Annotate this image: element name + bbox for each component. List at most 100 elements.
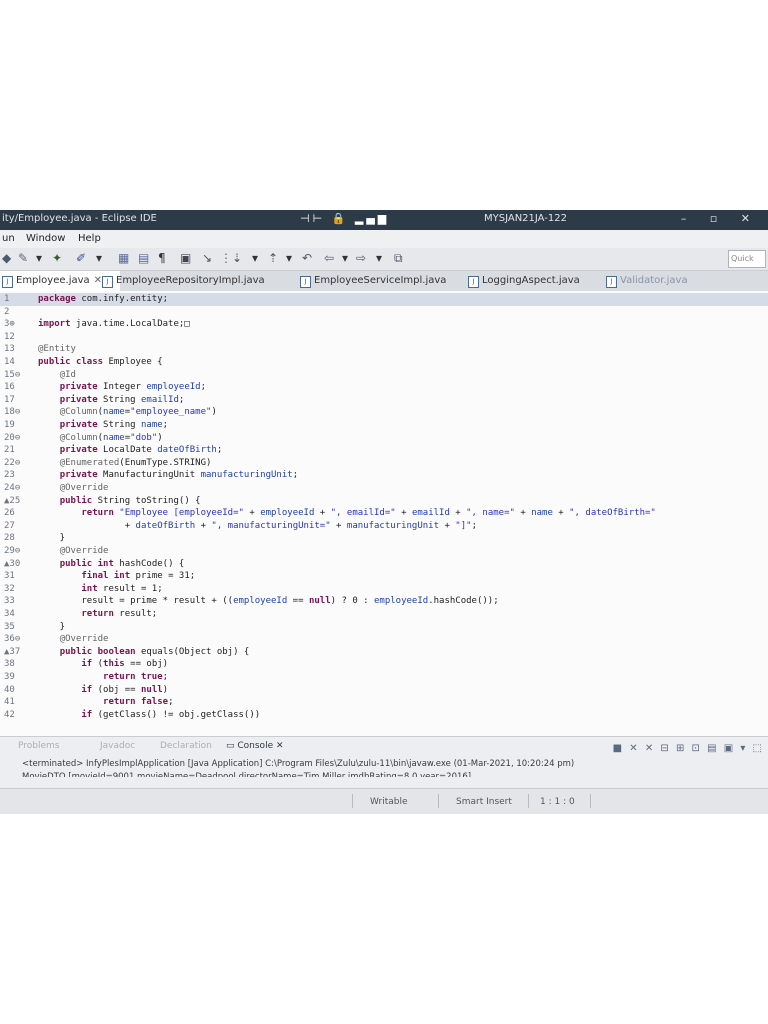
code-line[interactable]: 23 private ManufacturingUnit manufacturi… xyxy=(0,469,768,482)
tab-logging-aspect[interactable]: J LoggingAspect.java xyxy=(466,271,580,291)
line-number: ▲30 xyxy=(4,558,21,569)
next-annotation-icon[interactable]: ⇣ xyxy=(232,251,242,265)
show-whitespace-icon[interactable]: ¶ xyxy=(158,251,166,265)
code-line[interactable]: 32 int result = 1; xyxy=(0,583,768,596)
tab-problems[interactable]: Problems xyxy=(18,741,59,751)
debug-icon[interactable]: ◆ xyxy=(2,251,11,265)
code-line[interactable]: 24⊖ @Override xyxy=(0,482,768,495)
line-number: 15⊖ xyxy=(4,369,21,380)
code-line[interactable]: 21 private LocalDate dateOfBirth; xyxy=(0,444,768,457)
tab-declaration[interactable]: Declaration xyxy=(160,741,212,751)
code-line[interactable]: 13 @Entity xyxy=(0,343,768,356)
open-perspective-icon[interactable]: ⧉ xyxy=(394,251,403,266)
line-number: 28 xyxy=(4,533,15,544)
title-bar: ity/Employee.java - Eclipse IDE ⊣⊢ 🔒 ▂▄▆… xyxy=(0,210,768,230)
tab-employee-service-impl[interactable]: J EmployeeServiceImpl.java xyxy=(298,271,446,291)
tab-employee-repository-impl[interactable]: J EmployeeRepositoryImpl.java xyxy=(100,271,265,291)
dropdown-arrow-icon[interactable]: ▾ xyxy=(342,251,348,265)
dropdown-arrow-icon[interactable]: ▾ xyxy=(252,251,258,265)
code-line[interactable]: ▲37 public boolean equals(Object obj) { xyxy=(0,646,768,659)
code-line[interactable]: 3⊕ import java.time.LocalDate;□ xyxy=(0,318,768,331)
console-tab-label: Console ✕ xyxy=(237,741,284,751)
line-number: 19 xyxy=(4,420,15,430)
code-line[interactable]: 33 result = prime * result + ((employeeI… xyxy=(0,595,768,608)
code-line[interactable]: 19 private String name; xyxy=(0,419,768,432)
taskbar-status-icons: ⊣⊢ 🔒 ▂▄▆ xyxy=(300,212,390,225)
java-file-icon: J xyxy=(2,276,13,288)
code-line[interactable]: 15⊖ @Id xyxy=(0,369,768,382)
back-icon[interactable]: ⇦ xyxy=(324,251,334,265)
code-line[interactable]: 1 package com.infy.entity; xyxy=(0,293,768,306)
code-line[interactable]: 35 } xyxy=(0,621,768,634)
external-tools-icon[interactable]: ✐ xyxy=(76,251,86,265)
line-number: 20⊖ xyxy=(4,432,21,443)
code-line[interactable]: 18⊖ @Column(name="employee_name") xyxy=(0,406,768,419)
code-line[interactable]: 26 return "Employee [employeeId=" + empl… xyxy=(0,507,768,520)
code-text: int result = 1; xyxy=(81,583,163,594)
dropdown-arrow-icon[interactable]: ▾ xyxy=(36,251,42,265)
code-line[interactable]: 29⊖ @Override xyxy=(0,545,768,558)
annotation-icon[interactable]: ↘ xyxy=(202,251,212,265)
tool-wrench-icon[interactable]: ✎ xyxy=(18,251,28,265)
code-line[interactable]: 20⊖ @Column(name="dob") xyxy=(0,432,768,445)
tab-console[interactable]: ▭ Console ✕ xyxy=(226,741,284,751)
menu-run[interactable]: un xyxy=(2,233,15,244)
prev-annotation-icon[interactable]: ⇡ xyxy=(268,251,278,265)
quick-access-input[interactable]: Quick xyxy=(728,250,766,268)
line-number: 40 xyxy=(4,684,15,695)
code-line[interactable]: 16 private Integer employeeId; xyxy=(0,381,768,394)
window-title: ity/Employee.java - Eclipse IDE xyxy=(2,213,157,224)
code-text: package com.infy.entity; xyxy=(38,294,169,304)
code-line[interactable]: 39 return true; xyxy=(0,671,768,684)
code-line[interactable]: 38 if (this == obj) xyxy=(0,658,768,671)
code-line[interactable]: 22⊖ @Enumerated(EnumType.STRING) xyxy=(0,457,768,470)
code-text: public boolean equals(Object obj) { xyxy=(59,646,250,657)
code-text: private ManufacturingUnit manufacturingU… xyxy=(59,470,299,481)
window-controls[interactable]: – ▫ ✕ xyxy=(681,212,760,225)
code-line[interactable]: 31 final int prime = 31; xyxy=(0,570,768,583)
open-type-icon[interactable]: ▤ xyxy=(138,251,149,265)
line-number: 23 xyxy=(4,470,15,481)
dropdown-arrow-icon[interactable]: ▾ xyxy=(286,251,292,265)
code-line[interactable]: 28 } xyxy=(0,532,768,545)
code-text: private Integer employeeId; xyxy=(59,382,207,393)
code-text: if (this == obj) xyxy=(81,659,169,670)
code-line[interactable]: 14 public class Employee { xyxy=(0,356,768,369)
code-editor[interactable]: 1 package com.infy.entity; 2 3⊕ import java.… xyxy=(0,291,768,736)
dropdown-arrow-icon[interactable]: ▾ xyxy=(376,251,382,265)
code-line[interactable]: 36⊖ @Override xyxy=(0,633,768,646)
code-line[interactable]: 34 return result; xyxy=(0,608,768,621)
run-icon[interactable]: ✦ xyxy=(52,251,62,265)
code-text: } xyxy=(38,533,66,544)
tab-validator[interactable]: J Validator.java xyxy=(604,271,688,291)
tab-label: EmployeeRepositoryImpl.java xyxy=(116,275,265,286)
java-file-icon: J xyxy=(102,276,113,288)
menu-help[interactable]: Help xyxy=(78,233,101,244)
code-text: import java.time.LocalDate;□ xyxy=(38,319,190,330)
code-line[interactable]: 27 + dateOfBirth + ", manufacturingUnit=… xyxy=(0,520,768,533)
console-output: MovieDTO [movieId=9001 movieName=Deadpoo… xyxy=(22,772,472,777)
tab-javadoc[interactable]: Javadoc xyxy=(100,741,135,751)
last-edit-icon[interactable]: ↶ xyxy=(302,251,312,265)
console-toolbar-icons[interactable]: ■ ✕ ✕ ⊟ ⊞ ⊡ ▤ ▣ ▾ ⬚ xyxy=(613,743,764,754)
code-line[interactable]: 40 if (obj == null) xyxy=(0,684,768,697)
forward-icon[interactable]: ⇨ xyxy=(356,251,366,265)
dropdown-arrow-icon[interactable]: ▾ xyxy=(96,251,102,265)
toggle-block-icon[interactable]: ▣ xyxy=(180,251,191,265)
code-line[interactable]: ▲30 public int hashCode() { xyxy=(0,558,768,571)
code-line[interactable]: 17 private String emailId; xyxy=(0,394,768,407)
code-text: public class Employee { xyxy=(38,357,163,367)
code-text: @Override xyxy=(59,634,109,645)
code-line[interactable]: 12 xyxy=(0,331,768,344)
code-text: if (getClass() != obj.getClass()) xyxy=(81,709,261,720)
code-line[interactable]: ▲25 public String toString() { xyxy=(0,495,768,508)
code-text: public int hashCode() { xyxy=(59,558,185,569)
new-class-icon[interactable]: ▦ xyxy=(118,251,129,265)
code-line[interactable]: 42 if (getClass() != obj.getClass()) xyxy=(0,709,768,722)
code-line[interactable]: 2 xyxy=(0,306,768,319)
line-number: 2 xyxy=(4,306,10,317)
line-number: 32 xyxy=(4,583,15,594)
code-line[interactable]: 41 return false; xyxy=(0,696,768,709)
menu-window[interactable]: Window xyxy=(26,233,65,244)
code-text: private LocalDate dateOfBirth; xyxy=(59,445,223,456)
